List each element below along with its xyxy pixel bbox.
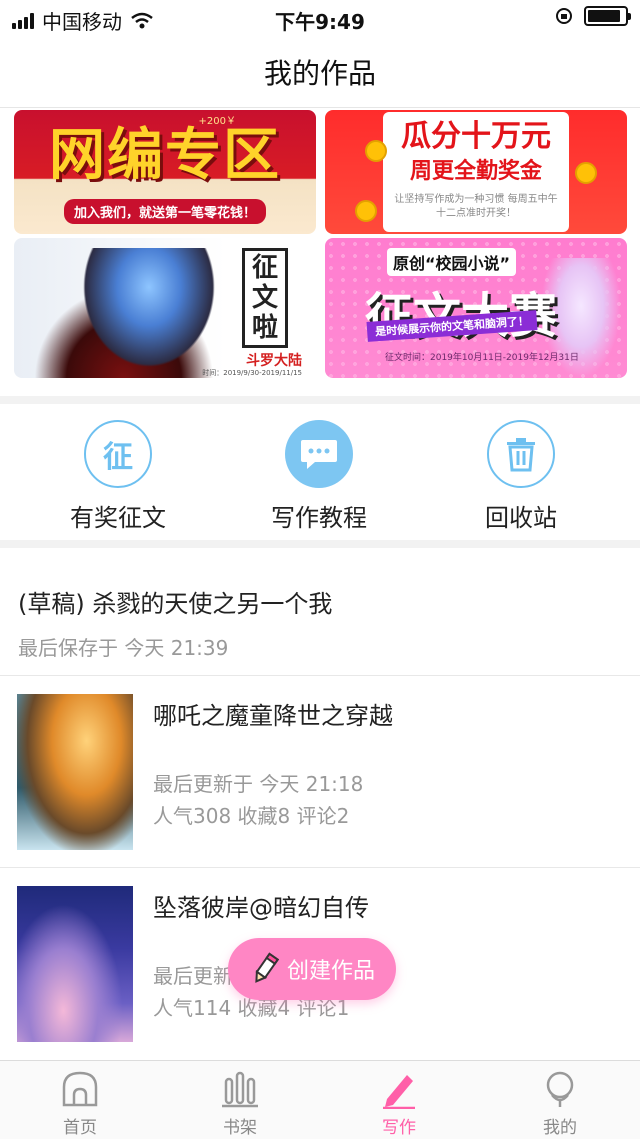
status-time: 下午9:49 <box>275 10 365 34</box>
quick-item-label: 有奖征文 <box>70 504 166 532</box>
battery-fill <box>588 10 621 22</box>
draft-title: (草稿) 杀戮的天使之另一个我 <box>18 590 333 618</box>
work-title: 坠落彼岸@暗幻自传 <box>153 894 369 922</box>
tab-write[interactable]: 写作 <box>349 1069 449 1138</box>
navigation-bar: 我的作品 <box>0 36 640 108</box>
status-right <box>554 6 631 26</box>
work-stats: 人气308 收藏8 评论2 <box>153 804 350 828</box>
banner-campus-novel-contest[interactable]: 原创“校园小说” 征文大赛 是时候展示你的文笔和脑洞了！ 征文时间：2019年1… <box>325 238 627 378</box>
banner-title: 征文啦 <box>242 248 288 348</box>
page-title: 我的作品 <box>263 56 376 90</box>
tab-bookshelf[interactable]: 书架 <box>190 1069 290 1138</box>
banner-web-editor-zone[interactable]: +200￥ 网编专区 加入我们，就送第一笔零花钱！ <box>14 110 316 234</box>
tab-bar: 首页 书架 写作 我的 <box>0 1060 640 1139</box>
pen-icon <box>383 1075 415 1109</box>
orientation-lock-icon <box>556 8 572 24</box>
work-title: 哪吒之魔童降世之穿越 <box>153 702 393 730</box>
tab-home[interactable]: 首页 <box>30 1069 130 1138</box>
quick-item-prize-essay[interactable]: 征 有奖征文 <box>48 420 188 533</box>
tab-label: 书架 <box>223 1118 257 1138</box>
banner-tag: +200￥ <box>198 116 236 127</box>
draft-item[interactable]: (草稿) 杀戮的天使之另一个我 最后保存于 今天 21:39 <box>0 548 640 676</box>
work-updated-time: 最后更新 <box>153 964 233 988</box>
home-icon <box>62 1071 98 1107</box>
banner-dates: 征文时间：2019年10月11日-2019年12月31日 <box>385 353 579 363</box>
create-work-button[interactable]: 创建作品 <box>228 938 396 1000</box>
draft-saved-time: 最后保存于 今天 21:39 <box>18 636 229 660</box>
banner-dates: 时间：2019/9/30-2019/11/15 <box>202 369 302 377</box>
status-bar: 中国移动 下午9:49 <box>0 0 640 36</box>
coin-icon <box>355 200 377 222</box>
character-illustration <box>74 248 224 378</box>
trash-icon <box>487 420 555 488</box>
bookshelf-icon <box>222 1071 258 1108</box>
quick-item-label: 写作教程 <box>271 504 367 532</box>
coin-icon <box>575 162 597 184</box>
tab-profile[interactable]: 我的 <box>510 1069 610 1138</box>
profile-icon <box>546 1071 574 1107</box>
list-item[interactable]: 哪吒之魔童降世之穿越 最后更新于 今天 21:18 人气308 收藏8 评论2 <box>0 676 640 868</box>
contest-icon: 征 <box>84 420 152 488</box>
banner-subtitle: 周更全勤奖金 <box>409 159 542 184</box>
create-work-label: 创建作品 <box>286 959 375 984</box>
quick-menu: 征 有奖征文 写作教程 回收站 <box>0 404 640 540</box>
banner-tag: 原创“校园小说” <box>387 248 517 276</box>
book-cover <box>17 886 133 1042</box>
book-cover <box>17 694 133 850</box>
banner-title: 瓜分十万元 <box>401 119 551 154</box>
chat-bubble-icon <box>285 420 353 488</box>
coin-icon <box>365 140 387 162</box>
pencil-icon <box>255 952 280 983</box>
banner-grid: +200￥ 网编专区 加入我们，就送第一笔零花钱！ 瓜分十万元 周更全勤奖金 让… <box>0 108 640 396</box>
battery-icon <box>584 6 631 26</box>
banner-weekly-bonus[interactable]: 瓜分十万元 周更全勤奖金 让坚持写作成为一种习惯 每周五中午十二点准时开奖！ <box>325 110 627 234</box>
quick-item-label: 回收站 <box>485 504 557 532</box>
banner-caption: 让坚持写作成为一种习惯 每周五中午十二点准时开奖！ <box>394 194 558 219</box>
work-updated-time: 最后更新于 今天 21:18 <box>153 772 364 796</box>
quick-item-writing-tutorial[interactable]: 写作教程 <box>249 420 389 533</box>
banner-title: 网编专区 <box>49 123 281 188</box>
quick-item-recycle-bin[interactable]: 回收站 <box>451 420 591 533</box>
tab-label: 写作 <box>382 1118 416 1138</box>
tab-label: 首页 <box>63 1118 97 1138</box>
banner-essay-contest-douluo[interactable]: 征文啦 斗罗大陆 时间：2019/9/30-2019/11/15 <box>14 238 316 378</box>
banner-caption: 加入我们，就送第一笔零花钱！ <box>63 199 266 224</box>
tab-label: 我的 <box>543 1118 577 1138</box>
banner-subtitle: 斗罗大陆 <box>246 353 302 369</box>
